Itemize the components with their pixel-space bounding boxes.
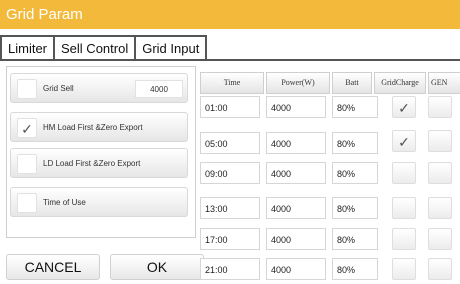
power-cell[interactable]: 4000 <box>266 258 326 280</box>
grid-sell-checkbox[interactable] <box>17 79 37 99</box>
time-cell[interactable]: 05:00 <box>200 132 260 154</box>
grid-charge-checkbox[interactable] <box>392 258 416 280</box>
time-of-use-label: Time of Use <box>43 198 86 207</box>
time-cell[interactable]: 13:00 <box>200 197 260 219</box>
column-header-batt: Batt <box>332 72 372 94</box>
tab-limiter[interactable]: Limiter <box>0 35 56 61</box>
cancel-button[interactable]: CANCEL <box>6 254 100 280</box>
hm-load-label: HM Load First &Zero Export <box>43 123 143 132</box>
time-cell[interactable]: 09:00 <box>200 162 260 184</box>
grid-charge-checkbox[interactable] <box>392 197 416 219</box>
time-of-use-option[interactable]: Time of Use <box>10 187 188 217</box>
grid-charge-checkbox[interactable] <box>392 228 416 250</box>
check-icon[interactable]: ✓ <box>17 118 37 138</box>
gen-checkbox[interactable] <box>428 197 452 219</box>
ld-load-option[interactable]: LD Load First &Zero Export <box>10 148 188 178</box>
time-cell[interactable]: 01:00 <box>200 96 260 118</box>
tab-grid-input[interactable]: Grid Input <box>136 35 208 61</box>
batt-cell[interactable]: 80% <box>332 228 378 250</box>
power-cell[interactable]: 4000 <box>266 197 326 219</box>
grid-sell-label: Grid Sell <box>43 84 74 93</box>
batt-cell[interactable]: 80% <box>332 96 378 118</box>
power-cell[interactable]: 4000 <box>266 96 326 118</box>
power-cell[interactable]: 4000 <box>266 132 326 154</box>
time-cell[interactable]: 17:00 <box>200 228 260 250</box>
power-cell[interactable]: 4000 <box>266 228 326 250</box>
grid-sell-value-field[interactable]: 4000 <box>135 80 183 98</box>
grid-sell-option[interactable]: Grid Sell 4000 <box>10 73 188 103</box>
hm-load-option[interactable]: ✓ HM Load First &Zero Export <box>10 112 188 142</box>
grid-charge-checkbox[interactable] <box>392 162 416 184</box>
gen-checkbox[interactable] <box>428 96 452 118</box>
ok-button[interactable]: OK <box>110 254 204 280</box>
column-header-grid-charge: GridCharge <box>374 72 426 94</box>
column-header-time: Time <box>200 72 264 94</box>
batt-cell[interactable]: 80% <box>332 197 378 219</box>
tab-divider <box>0 59 460 61</box>
gen-checkbox[interactable] <box>428 258 452 280</box>
check-icon[interactable]: ✓ <box>392 130 416 152</box>
ld-load-checkbox[interactable] <box>17 154 37 174</box>
ld-load-label: LD Load First &Zero Export <box>43 159 141 168</box>
tab-sell-control[interactable]: Sell Control <box>55 35 137 61</box>
tab-bar: Limiter Sell Control Grid Input <box>0 35 208 61</box>
window-title: Grid Param <box>0 0 460 29</box>
time-cell[interactable]: 21:00 <box>200 258 260 280</box>
power-cell[interactable]: 4000 <box>266 162 326 184</box>
gen-checkbox[interactable] <box>428 130 452 152</box>
gen-checkbox[interactable] <box>428 228 452 250</box>
column-header-gen: GEN <box>428 72 460 94</box>
schedule-table: Time Power(W) Batt GridCharge GEN 01:00 … <box>198 72 460 284</box>
batt-cell[interactable]: 80% <box>332 132 378 154</box>
batt-cell[interactable]: 80% <box>332 258 378 280</box>
gen-checkbox[interactable] <box>428 162 452 184</box>
column-header-power: Power(W) <box>266 72 330 94</box>
time-of-use-checkbox[interactable] <box>17 193 37 213</box>
batt-cell[interactable]: 80% <box>332 162 378 184</box>
check-icon[interactable]: ✓ <box>392 96 416 118</box>
